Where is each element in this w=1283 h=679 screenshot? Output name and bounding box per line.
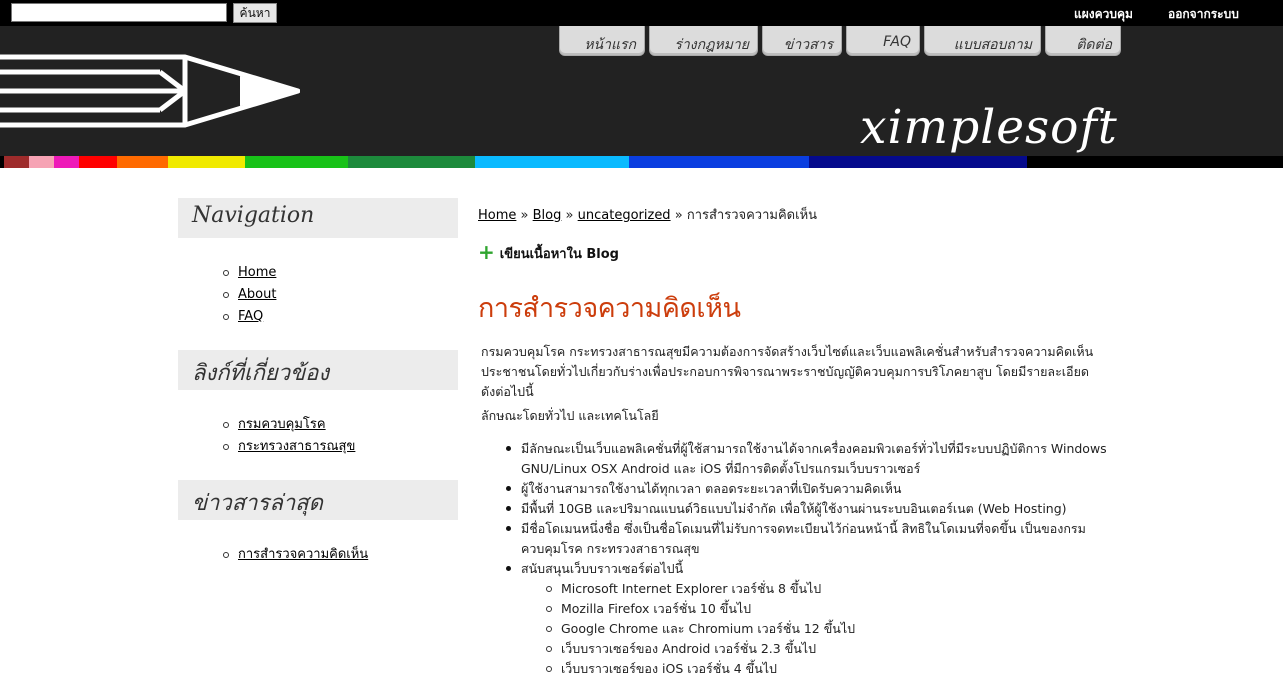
nav-tab-contact[interactable]: ติดต่อ [1045,26,1121,56]
list-item: เว็บบราวเซอร์ของ Android เวอร์ชั่น 2.3 ข… [546,639,1111,659]
feature-list: มีลักษณะเป็นเว็บแอพลิเคชั่นที่ผู้ใช้สามา… [506,439,1111,679]
section-subheading: ลักษณะโดยทั่วไป และเทคโนโลยี [481,408,659,423]
brand-logo-text: ximplesoft [860,100,1118,155]
color-stripe-bar [0,156,1283,168]
browser-list: Microsoft Internet Explorer เวอร์ชั่น 8 … [521,579,1111,679]
breadcrumb-separator: » [565,208,574,223]
list-item: กระทรวงสาธารณสุข [222,438,355,460]
stripe-segment [54,156,79,168]
sidebar-link-faq[interactable]: FAQ [238,309,263,324]
plus-icon: + [478,240,495,264]
nav-tab-draft-law[interactable]: ร่างกฎหมาย [649,26,758,56]
search-button[interactable]: ค้นหา [233,3,277,23]
sidebar-item-about: About [222,286,276,308]
breadcrumb-separator: » [674,208,683,223]
sidebar-news-list: การสำรวจความคิดเห็น [222,546,368,568]
pencil-logo-icon [0,54,300,128]
stripe-segment [168,156,245,168]
sidebar-nav-list: Home About FAQ [222,264,276,330]
sidebar-item-faq: FAQ [222,308,276,330]
write-blog-link[interactable]: + เขียนเนื้อหาใน Blog [478,240,619,264]
stripe-segment [29,156,54,168]
stripe-segment [809,156,1027,168]
breadcrumb-uncategorized[interactable]: uncategorized [578,208,671,223]
stripe-segment [475,156,629,168]
stripe-segment [4,156,29,168]
list-item: การสำรวจความคิดเห็น [222,546,368,568]
stripe-segment [117,156,168,168]
nav-tab-news[interactable]: ข่าวสาร [762,26,842,56]
nav-tab-survey[interactable]: แบบสอบถาม [924,26,1041,56]
write-blog-label: เขียนเนื้อหาใน Blog [499,247,619,262]
sidebar-link-moph[interactable]: กระทรวงสาธารณสุข [238,439,355,454]
search-input[interactable] [11,3,227,22]
browser-support-label: สนับสนุนเว็บบราวเซอร์ต่อไปนี้ [521,561,684,576]
top-bar: ค้นหา แผงควบคุม ออกจากระบบ [0,0,1283,26]
dashboard-link[interactable]: แผงควบคุม [1074,5,1133,24]
nav-tab-home[interactable]: หน้าแรก [559,26,645,56]
intro-paragraph: กรมควบคุมโรค กระทรวงสาธารณสุขมีความต้องก… [481,344,1094,399]
breadcrumb-blog[interactable]: Blog [533,208,562,223]
list-item: กรมควบคุมโรค [222,416,355,438]
site-header: หน้าแรก ร่างกฎหมาย ข่าวสาร FAQ แบบสอบถาม… [0,26,1283,156]
logout-link[interactable]: ออกจากระบบ [1168,5,1239,24]
nav-tab-faq[interactable]: FAQ [846,26,920,56]
list-item: มีพื้นที่ 10GB และปริมาณแบนด์วิธแบบไม่จำ… [506,499,1111,519]
sidebar-link-ddc[interactable]: กรมควบคุมโรค [238,417,326,432]
stripe-segment [79,156,117,168]
stripe-segment [348,156,475,168]
sidebar-news-heading: ข่าวสารล่าสุด [178,480,458,520]
list-item: มีลักษณะเป็นเว็บแอพลิเคชั่นที่ผู้ใช้สามา… [506,439,1111,479]
breadcrumb-current: การสำรวจความคิดเห็น [686,208,818,223]
list-item: มีชื่อโดเมนหนึ่งชื่อ ซึ่งเป็นชื่อโดเมนที… [506,519,1111,559]
sidebar-item-home: Home [222,264,276,286]
breadcrumb-home[interactable]: Home [478,208,516,223]
stripe-segment [245,156,348,168]
list-item: Mozilla Firefox เวอร์ชั่น 10 ขึ้นไป [546,599,1111,619]
sidebar-link-survey-news[interactable]: การสำรวจความคิดเห็น [238,547,368,562]
list-item: Microsoft Internet Explorer เวอร์ชั่น 8 … [546,579,1111,599]
breadcrumb-separator: » [520,208,529,223]
list-item: สนับสนุนเว็บบราวเซอร์ต่อไปนี้ Microsoft … [506,559,1111,679]
list-item: Google Chrome และ Chromium เวอร์ชั่น 12 … [546,619,1111,639]
sidebar-nav-heading: Navigation [178,198,458,238]
sidebar-links-list: กรมควบคุมโรค กระทรวงสาธารณสุข [222,416,355,460]
page-title: การสำรวจความคิดเห็น [478,293,741,324]
sidebar-link-home[interactable]: Home [238,265,276,280]
sidebar-links-heading: ลิงก์ที่เกี่ยวข้อง [178,350,458,390]
stripe-segment [629,156,809,168]
sidebar-link-about[interactable]: About [238,287,276,302]
breadcrumb: Home » Blog » uncategorized » การสำรวจคว… [478,204,817,225]
list-item: เว็บบราวเซอร์ของ iOS เวอร์ชั่น 4 ขึ้นไป [546,659,1111,679]
list-item: ผู้ใช้งานสามารถใช้งานได้ทุกเวลา ตลอดระยะ… [506,479,1111,499]
